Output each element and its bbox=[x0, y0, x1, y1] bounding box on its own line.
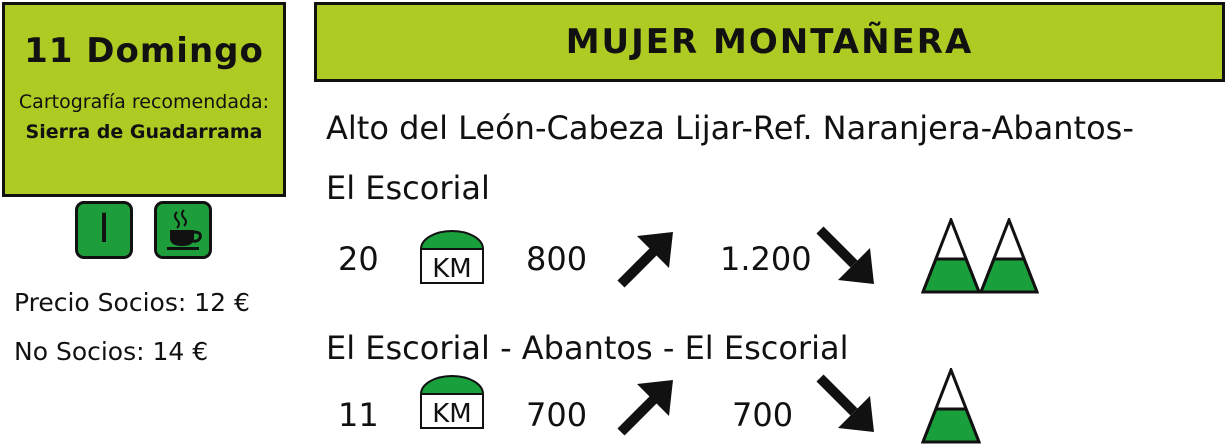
price-non-members: No Socios: 14 € bbox=[14, 337, 209, 366]
km-icon: KM bbox=[419, 230, 485, 284]
route-1-descent: 1.200 bbox=[720, 240, 812, 278]
date-box: 11 Domingo Cartografía recomendada: Sier… bbox=[2, 2, 286, 197]
descent-arrow-icon bbox=[816, 226, 874, 284]
route-2-descent: 700 bbox=[732, 396, 794, 434]
route-1-name-line1: Alto del León-Cabeza Lijar-Ref. Naranjer… bbox=[326, 109, 1134, 147]
coffee-badge bbox=[154, 201, 212, 259]
cartography-label: Cartografía recomendada: bbox=[18, 91, 270, 113]
route-1-name-line2: El Escorial bbox=[326, 169, 490, 207]
route-2-distance: 11 bbox=[338, 396, 379, 434]
cartography-name: Sierra de Guadarrama bbox=[25, 121, 263, 143]
difficulty-mountain-icon-1 bbox=[921, 218, 981, 294]
level-badge: I bbox=[75, 201, 133, 259]
page-title: MUJER MONTAÑERA bbox=[565, 22, 974, 62]
route-1-ascent: 800 bbox=[526, 240, 588, 278]
ascent-arrow-icon bbox=[617, 232, 673, 288]
descent-arrow-icon bbox=[816, 374, 874, 432]
route-1-name: Alto del León-Cabeza Lijar-Ref. Naranjer… bbox=[326, 98, 1216, 218]
level-badge-label: I bbox=[98, 206, 110, 252]
route-2-name: El Escorial - Abantos - El Escorial bbox=[326, 329, 849, 367]
km-icon-label: KM bbox=[432, 399, 471, 429]
route-2-ascent: 700 bbox=[526, 396, 588, 434]
km-icon-label: KM bbox=[432, 254, 471, 284]
km-icon: KM bbox=[419, 375, 485, 429]
route-1-distance: 20 bbox=[338, 240, 379, 278]
difficulty-mountain-icon-2 bbox=[979, 218, 1039, 294]
title-box: MUJER MONTAÑERA bbox=[314, 2, 1225, 82]
price-members: Precio Socios: 12 € bbox=[14, 288, 250, 317]
difficulty-mountain-icon-1 bbox=[921, 368, 981, 444]
ascent-arrow-icon bbox=[617, 380, 673, 436]
coffee-cup-icon bbox=[167, 209, 202, 250]
event-date: 11 Domingo bbox=[24, 31, 264, 71]
